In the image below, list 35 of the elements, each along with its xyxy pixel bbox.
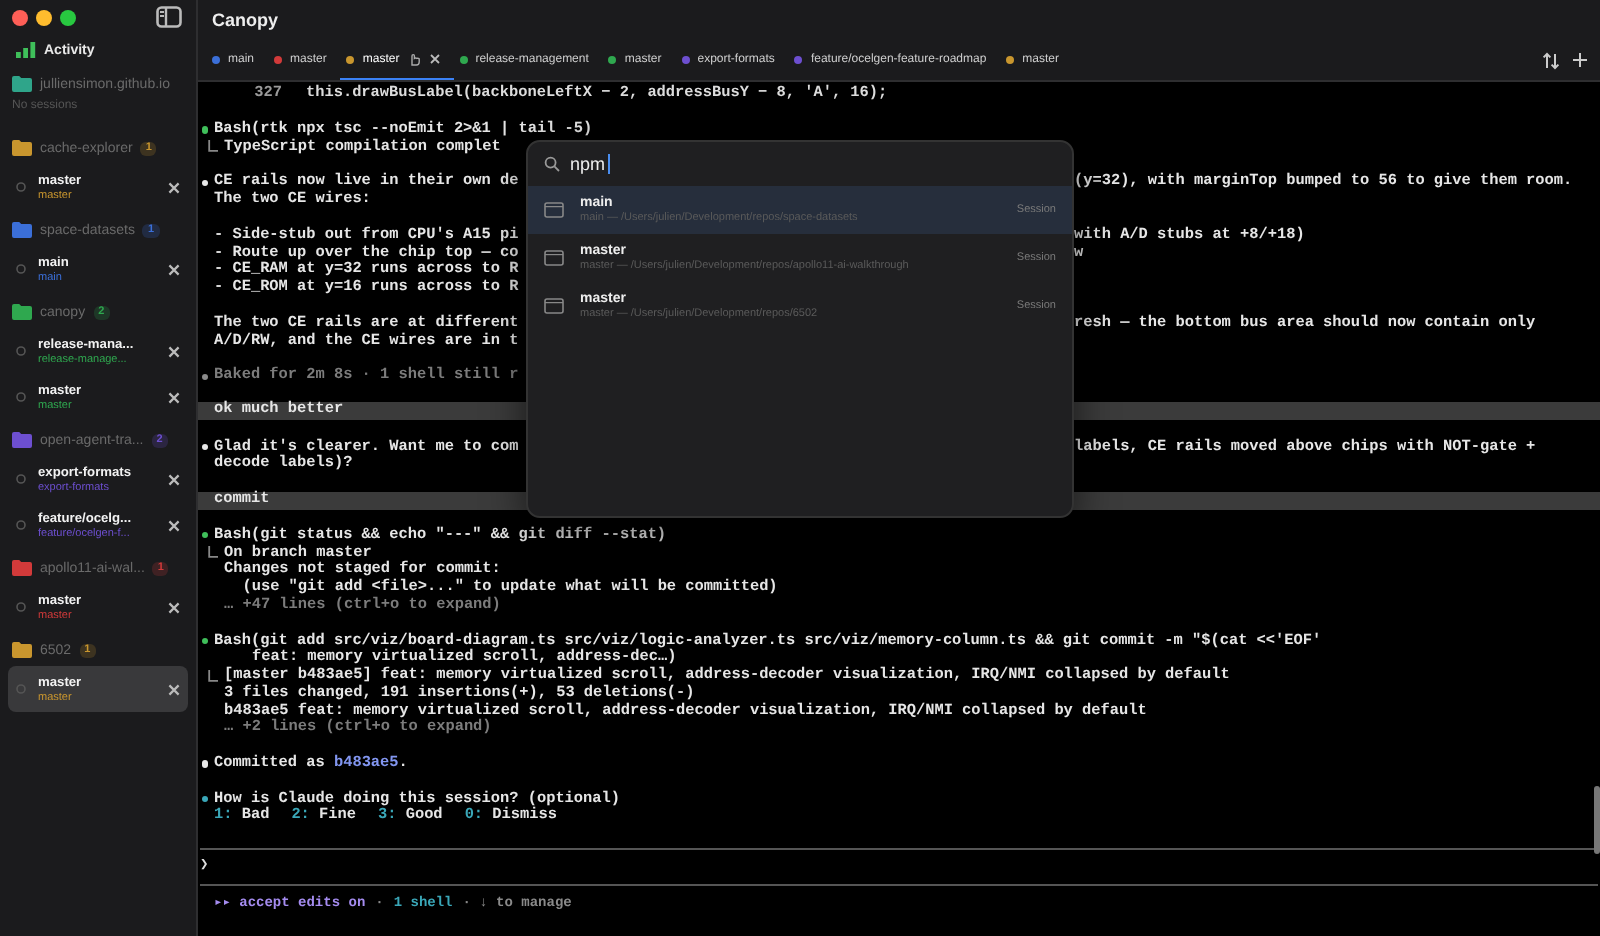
close-icon[interactable] bbox=[168, 345, 180, 357]
corner-icon bbox=[208, 140, 218, 153]
status-circle-icon bbox=[16, 346, 26, 356]
scrollbar[interactable] bbox=[1594, 786, 1600, 854]
status-circle-icon bbox=[16, 684, 26, 694]
close-icon[interactable] bbox=[168, 473, 180, 485]
terminal-icon bbox=[544, 202, 564, 218]
sort-icon[interactable] bbox=[1542, 51, 1560, 69]
close-icon[interactable] bbox=[168, 519, 180, 531]
close-icon[interactable] bbox=[168, 683, 180, 695]
close-window-button[interactable] bbox=[12, 9, 28, 25]
minimize-window-button[interactable] bbox=[36, 9, 52, 25]
corner-icon bbox=[208, 669, 218, 682]
close-icon[interactable] bbox=[168, 263, 180, 275]
status-circle-icon bbox=[16, 392, 26, 402]
terminal-icon bbox=[544, 298, 564, 314]
close-icon[interactable] bbox=[168, 601, 180, 613]
close-icon[interactable] bbox=[429, 54, 440, 64]
zoom-window-button[interactable] bbox=[60, 9, 76, 25]
window-title: Canopy bbox=[212, 10, 279, 30]
sidebar-toggle-icon[interactable] bbox=[156, 6, 182, 28]
status-circle-icon bbox=[16, 182, 26, 192]
status-circle-icon bbox=[16, 520, 26, 530]
hand-icon bbox=[407, 52, 422, 66]
search-field[interactable]: npm bbox=[570, 154, 610, 174]
status-circle-icon bbox=[16, 602, 26, 612]
search-icon bbox=[544, 156, 560, 172]
status-circle-icon bbox=[16, 474, 26, 484]
close-icon[interactable] bbox=[168, 391, 180, 403]
close-icon[interactable] bbox=[168, 181, 180, 193]
plus-icon[interactable] bbox=[1572, 52, 1588, 68]
corner-icon bbox=[208, 546, 218, 559]
bar-chart-icon bbox=[16, 42, 36, 58]
terminal-icon bbox=[544, 250, 564, 266]
status-circle-icon bbox=[16, 264, 26, 274]
